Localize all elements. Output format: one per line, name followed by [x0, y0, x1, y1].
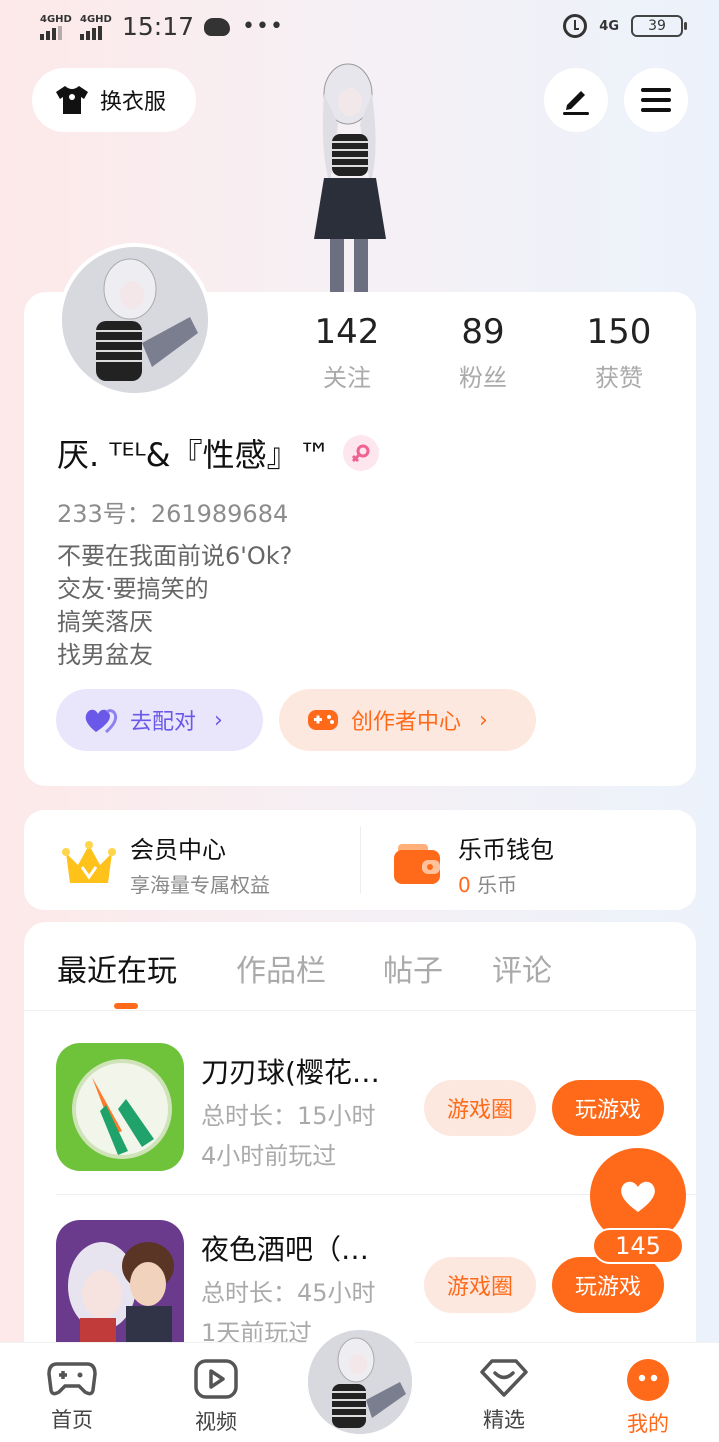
network-4g-icon: 4G	[599, 18, 619, 34]
crown-icon	[62, 841, 116, 883]
avatar-3d-figure[interactable]	[290, 54, 410, 294]
wallet-unit: 乐币	[477, 873, 518, 897]
stat-likes[interactable]: 150 获赞	[564, 312, 674, 393]
game-circle-button[interactable]: 游戏圈	[424, 1257, 536, 1313]
user-id[interactable]: 233号：261989684	[57, 494, 288, 529]
profile-face-icon	[627, 1359, 669, 1401]
nav-home-label: 首页	[51, 1408, 93, 1432]
game-title: 夜色酒吧（…	[201, 1233, 370, 1266]
nav-center-avatar[interactable]	[304, 1326, 416, 1438]
divider	[360, 826, 361, 894]
following-count: 142	[314, 312, 380, 352]
pen-icon	[563, 91, 589, 115]
wallet-amount: 0	[458, 873, 471, 897]
likes-count: 150	[586, 312, 652, 352]
heart-diamond-icon	[480, 1359, 528, 1397]
gamepad-icon	[47, 1362, 97, 1396]
vip-center-entry[interactable]: 会员中心 享海量专属权益	[62, 830, 270, 898]
chevron-right-icon: ›	[214, 707, 223, 733]
stat-following[interactable]: 142 关注	[292, 312, 402, 393]
alarm-icon	[563, 14, 588, 38]
play-game-button[interactable]: 玩游戏	[552, 1080, 664, 1136]
female-gender-icon	[342, 435, 379, 471]
fans-label: 粉丝	[459, 364, 507, 392]
nav-home[interactable]: 首页	[27, 1358, 117, 1434]
divider	[24, 1010, 696, 1011]
creator-center-label: 创作者中心	[351, 710, 462, 735]
tab-works[interactable]: 作品栏	[236, 946, 326, 990]
signal-icon: 4GHD	[40, 14, 74, 40]
nav-featured[interactable]: 精选	[459, 1358, 549, 1434]
vip-subtitle: 享海量专属权益	[130, 873, 270, 897]
tab-indicator	[114, 1003, 138, 1009]
user-id-value: 261989684	[150, 500, 289, 528]
status-bar: 4GHD 4GHD 15:17 ••• 4G 39	[0, 0, 719, 56]
menu-button[interactable]	[624, 68, 688, 132]
game-last-played: 4小时前玩过	[201, 1142, 337, 1170]
chevron-right-icon: ›	[479, 707, 488, 733]
hamburger-menu-icon	[641, 88, 671, 112]
tab-posts[interactable]: 帖子	[383, 946, 443, 990]
bio-line: 搞笑落厌	[57, 608, 153, 636]
nav-featured-label: 精选	[483, 1408, 525, 1432]
fans-count: 89	[461, 312, 505, 352]
battery-icon: 39	[631, 15, 687, 37]
user-id-label: 233号：	[57, 500, 151, 528]
game-icon-blade-ball[interactable]	[56, 1043, 184, 1171]
gamepad-icon	[308, 710, 338, 730]
video-play-icon	[194, 1359, 238, 1399]
clock: 15:17	[122, 12, 195, 41]
nav-mine[interactable]: 我的	[603, 1358, 693, 1438]
vip-title: 会员中心	[130, 836, 226, 864]
bio: 不要在我面前说6'Ok? 交友·要搞笑的 搞笑落厌 找男盆友	[57, 540, 292, 672]
creator-center-button[interactable]: 创作者中心 ›	[279, 689, 536, 751]
game-title: 刀刃球(樱花…	[201, 1056, 380, 1089]
game-playtime: 总时长：45小时	[201, 1279, 376, 1307]
pair-label: 去配对	[130, 710, 197, 735]
like-count-badge: 145	[592, 1228, 684, 1264]
game-playtime: 总时长：15小时	[201, 1102, 376, 1130]
status-right: 4G 39	[563, 14, 687, 38]
status-left: 4GHD 4GHD 15:17 •••	[40, 12, 284, 41]
nickname: 厌. ᵀᴱᴸ&『性感』™	[57, 436, 331, 474]
play-game-button[interactable]: 玩游戏	[552, 1257, 664, 1313]
wardrobe-button[interactable]: 换衣服	[32, 68, 196, 132]
heart-pair-icon	[85, 709, 118, 734]
nickname-row: 厌. ᵀᴱᴸ&『性感』™	[57, 430, 379, 476]
stat-fans[interactable]: 89 粉丝	[428, 312, 538, 393]
tab-comments[interactable]: 评论	[492, 946, 552, 990]
more-notifications-icon: •••	[242, 14, 284, 39]
weather-cloud-icon	[204, 17, 231, 36]
shirt-icon	[54, 84, 90, 116]
nav-video-label: 视频	[195, 1410, 237, 1434]
nav-mine-label: 我的	[627, 1412, 669, 1436]
wallet-entry[interactable]: 乐币钱包 0 乐币	[392, 830, 554, 898]
bio-line: 不要在我面前说6'Ok?	[57, 542, 293, 570]
nav-video[interactable]: 视频	[171, 1358, 261, 1436]
game-icon-night-bar[interactable]	[56, 1220, 184, 1342]
wallet-title: 乐币钱包	[458, 836, 554, 864]
likes-label: 获赞	[595, 364, 643, 392]
heart-icon	[621, 1181, 655, 1212]
wallet-balance: 0 乐币	[458, 869, 554, 898]
tab-recently-played[interactable]: 最近在玩	[57, 946, 177, 990]
bio-line: 找男盆友	[57, 641, 153, 669]
pair-button[interactable]: 去配对 ›	[56, 689, 263, 751]
following-label: 关注	[323, 364, 371, 392]
game-circle-button[interactable]: 游戏圈	[424, 1080, 536, 1136]
signal-icon: 4GHD	[80, 14, 114, 40]
bio-line: 交友·要搞笑的	[57, 575, 209, 603]
avatar[interactable]	[58, 243, 212, 397]
edit-profile-button[interactable]	[544, 68, 608, 132]
wardrobe-label: 换衣服	[100, 90, 167, 115]
wallet-icon	[394, 844, 440, 884]
